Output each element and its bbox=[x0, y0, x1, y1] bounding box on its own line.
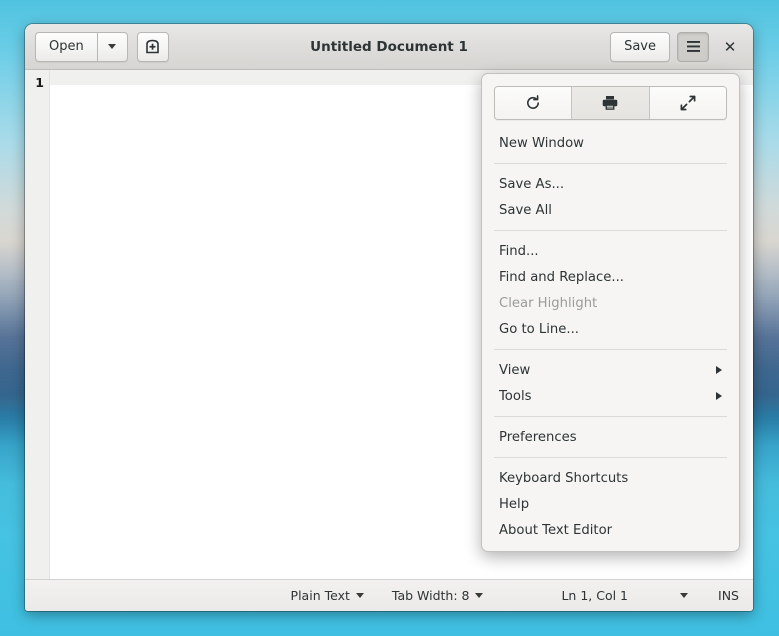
chevron-right-icon bbox=[716, 366, 722, 374]
menu-separator bbox=[494, 457, 727, 458]
open-button-group: Open bbox=[35, 31, 128, 62]
menu-item-save-all[interactable]: Save All bbox=[482, 197, 739, 223]
language-label: Plain Text bbox=[290, 588, 350, 603]
menu-item-tools[interactable]: Tools bbox=[482, 383, 739, 409]
printer-icon bbox=[603, 96, 618, 110]
menu-separator bbox=[494, 230, 727, 231]
menu-item-save-as[interactable]: Save As... bbox=[482, 171, 739, 197]
chevron-down-icon bbox=[475, 593, 484, 598]
reload-button[interactable] bbox=[495, 87, 573, 119]
main-menu-button[interactable] bbox=[677, 31, 709, 62]
menu-item-label: View bbox=[499, 362, 531, 378]
menu-item-label: Find and Replace... bbox=[499, 269, 624, 285]
menu-item-preferences[interactable]: Preferences bbox=[482, 424, 739, 450]
menu-item-label: Keyboard Shortcuts bbox=[499, 470, 629, 486]
save-button-label: Save bbox=[624, 39, 656, 54]
menu-item-help[interactable]: Help bbox=[482, 491, 739, 517]
menu-separator bbox=[494, 349, 727, 350]
menu-item-label: Save As... bbox=[499, 176, 565, 192]
menu-item-label: Help bbox=[499, 496, 530, 512]
chevron-right-icon bbox=[716, 392, 722, 400]
menu-item-label: Preferences bbox=[499, 429, 577, 445]
menu-item-find[interactable]: Find... bbox=[482, 238, 739, 264]
new-document-button[interactable] bbox=[136, 31, 169, 62]
tab-width-label: Tab Width: 8 bbox=[391, 588, 470, 603]
menu-item-label: Clear Highlight bbox=[499, 295, 598, 311]
window-header-bar: Open Untitled Document 1 Save ✕ bbox=[25, 24, 753, 70]
print-button[interactable] bbox=[572, 87, 650, 119]
close-window-button[interactable]: ✕ bbox=[717, 34, 743, 60]
new-tab-plus-icon bbox=[146, 39, 160, 54]
hamburger-menu-icon bbox=[686, 41, 700, 52]
chevron-down-icon bbox=[680, 593, 689, 598]
chevron-down-icon bbox=[355, 593, 364, 598]
menu-separator bbox=[494, 163, 727, 164]
chevron-down-icon bbox=[108, 44, 117, 49]
menu-item-label: Save All bbox=[499, 202, 552, 218]
status-bar: Plain Text Tab Width: 8 Ln 1, Col 1 INS bbox=[25, 579, 753, 611]
reload-icon bbox=[527, 95, 540, 109]
menu-item-view[interactable]: View bbox=[482, 357, 739, 383]
open-button-label: Open bbox=[49, 39, 84, 54]
menu-item-label: Find... bbox=[499, 243, 539, 259]
open-button[interactable]: Open bbox=[35, 31, 97, 62]
menu-item-label: Go to Line... bbox=[499, 321, 579, 337]
cursor-position-label: Ln 1, Col 1 bbox=[561, 588, 629, 603]
fullscreen-button[interactable] bbox=[649, 87, 726, 119]
menu-item-label: Tools bbox=[499, 388, 532, 404]
menu-item-list: New Window Save As... Save All Find... Find … bbox=[482, 130, 739, 543]
menu-item-find-and-replace[interactable]: Find and Replace... bbox=[482, 264, 739, 290]
cursor-position: Ln 1, Col 1 bbox=[561, 588, 628, 603]
fullscreen-arrows-icon bbox=[680, 95, 696, 111]
insert-mode-label: INS bbox=[718, 588, 739, 603]
close-x-icon: ✕ bbox=[723, 37, 737, 56]
menu-item-label: About Text Editor bbox=[499, 522, 613, 538]
save-button[interactable]: Save bbox=[610, 31, 670, 62]
menu-item-go-to-line[interactable]: Go to Line... bbox=[482, 316, 739, 342]
line-number-gutter: 1 bbox=[25, 70, 50, 579]
open-dropdown-button[interactable] bbox=[96, 31, 128, 62]
tab-width-selector[interactable]: Tab Width: 8 bbox=[392, 588, 484, 603]
language-selector[interactable]: Plain Text bbox=[291, 588, 364, 603]
main-menu-popup: New Window Save As... Save All Find... Find … bbox=[481, 73, 740, 552]
line-number: 1 bbox=[35, 75, 44, 90]
menu-item-keyboard-shortcuts[interactable]: Keyboard Shortcuts bbox=[482, 465, 739, 491]
insert-mode-indicator[interactable]: INS bbox=[718, 588, 739, 603]
cursor-position-dropdown[interactable] bbox=[680, 593, 689, 598]
menu-item-about-text-editor[interactable]: About Text Editor bbox=[482, 517, 739, 543]
menu-item-clear-highlight: Clear Highlight bbox=[482, 290, 739, 316]
menu-item-label: New Window bbox=[499, 135, 584, 151]
menu-toolbar bbox=[494, 86, 727, 120]
menu-item-new-window[interactable]: New Window bbox=[482, 130, 739, 156]
menu-separator bbox=[494, 416, 727, 417]
